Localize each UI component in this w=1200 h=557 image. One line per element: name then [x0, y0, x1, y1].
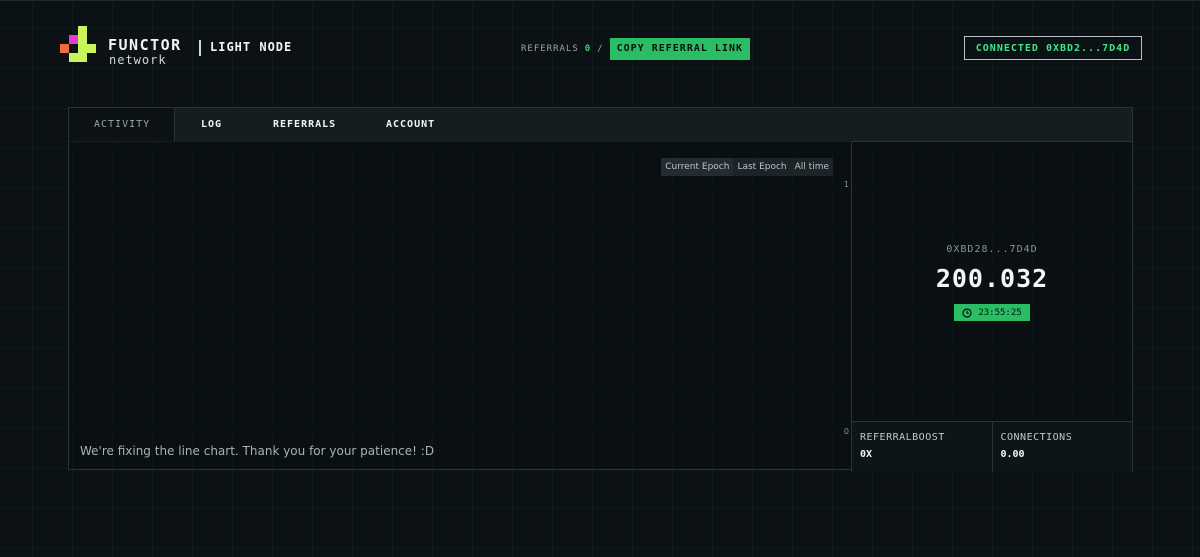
clock-icon [962, 307, 972, 318]
timer-value: 23:55:25 [978, 307, 1022, 318]
brand-title: FUNCTOR [108, 36, 182, 54]
range-selector: Current Epoch Last Epoch All time [661, 158, 833, 176]
epoch-timer: 23:55:25 [954, 304, 1030, 321]
points-balance: 200.032 [935, 264, 1049, 293]
connected-wallet-button[interactable]: CONNECTED 0XBD2...7D4D [964, 36, 1142, 60]
chart-area: Current Epoch Last Epoch All time 1 0 We… [68, 141, 852, 470]
range-all-time[interactable]: All time [791, 158, 833, 176]
range-last-epoch[interactable]: Last Epoch [733, 158, 790, 176]
stat-connections: CONNECTIONS 0.00 [991, 422, 1132, 472]
tab-account[interactable]: ACCOUNT [386, 108, 486, 141]
stats-row: REFERRALBOOST 0X CONNECTIONS 0.00 [852, 421, 1132, 472]
chart-notice: We're fixing the line chart. Thank you f… [80, 444, 435, 458]
copy-referral-link-button[interactable]: COPY REFERRAL LINK [609, 38, 750, 60]
stat-value: 0.00 [1000, 449, 1025, 460]
wallet-address: 0XBD28...7D4D [946, 244, 1038, 255]
activity-panel: ACTIVITY LOG REFERRALS ACCOUNT Current E… [68, 107, 1133, 472]
referrals-label: REFERRALS [521, 44, 579, 54]
stat-label: REFERRALBOOST [860, 432, 945, 443]
brand-subtitle: network [109, 53, 167, 67]
stat-value: 0X [860, 449, 873, 460]
brand-divider [199, 40, 201, 56]
referrals-count: 0 [584, 44, 592, 54]
referrals-separator: / [597, 44, 604, 54]
header: FUNCTOR network LIGHT NODE REFERRALS 0 /… [0, 0, 1200, 95]
tab-bar: ACTIVITY LOG REFERRALS ACCOUNT [68, 107, 1133, 142]
range-current-epoch[interactable]: Current Epoch [661, 158, 734, 176]
referrals-bar: REFERRALS 0 / COPY REFERRAL LINK [521, 38, 750, 60]
summary-panel: 0XBD28...7D4D 200.032 23:55:25 REFERRALB… [851, 141, 1133, 472]
node-type-label: LIGHT NODE [210, 40, 293, 54]
y-tick-top: 1 [843, 180, 849, 189]
brand: FUNCTOR network [108, 36, 182, 67]
tab-activity[interactable]: ACTIVITY [69, 108, 175, 141]
stat-label: CONNECTIONS [1000, 432, 1073, 443]
stat-referral-boost: REFERRALBOOST 0X [852, 422, 992, 472]
y-tick-bottom: 0 [843, 427, 849, 436]
tab-log[interactable]: LOG [175, 108, 273, 141]
tab-referrals[interactable]: REFERRALS [273, 108, 386, 141]
functor-logo-icon[interactable] [60, 26, 96, 66]
